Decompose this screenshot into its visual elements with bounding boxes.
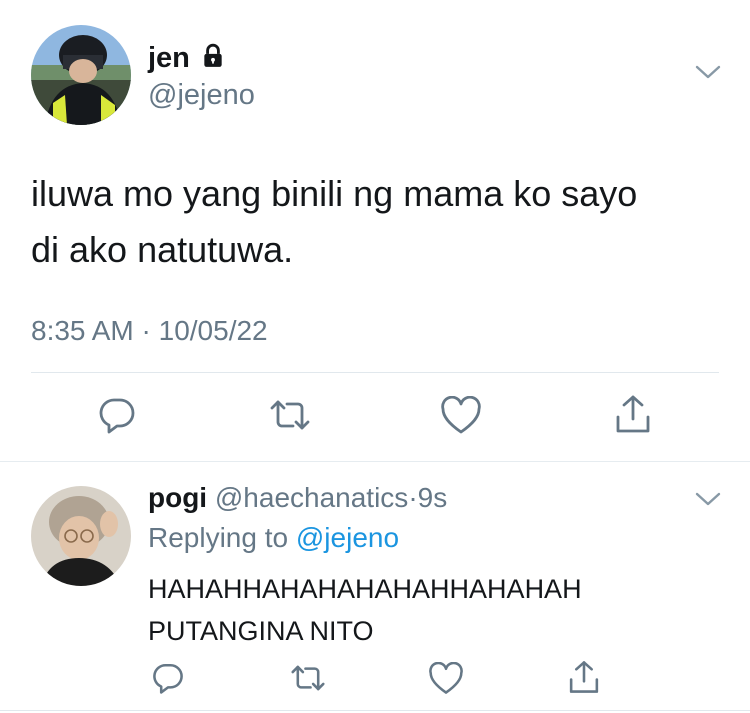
replying-to: Replying to @jejeno — [148, 522, 399, 554]
reply-author-avatar[interactable] — [31, 486, 131, 586]
share-button[interactable] — [612, 393, 654, 435]
author-avatar[interactable] — [31, 25, 131, 125]
avatar-photo — [31, 486, 131, 586]
retweet-icon — [270, 400, 310, 430]
retweet-button[interactable] — [268, 395, 312, 435]
tweet-text-line: iluwa mo yang binili ng mama ko sayo — [31, 173, 638, 214]
reply-button[interactable] — [151, 661, 185, 695]
tweet-timestamp[interactable]: 8:35 AM · 10/05/22 — [31, 315, 268, 347]
retweet-icon — [291, 665, 325, 691]
reply-text-line: PUTANGINA NITO — [148, 616, 374, 646]
tweet-text: iluwa mo yang binili ng mama ko sayo di … — [31, 166, 637, 278]
bottom-divider — [0, 710, 750, 711]
reply-button[interactable] — [97, 395, 137, 435]
reply-author-name[interactable]: pogi — [148, 482, 207, 513]
like-icon — [429, 662, 463, 694]
divider — [31, 372, 719, 373]
lock-icon — [200, 43, 226, 74]
reply-text-line: HAHAHHAHAHAHAHAHHAHAHAH — [148, 574, 582, 604]
reply-icon — [99, 398, 135, 434]
header-separator: · — [408, 482, 418, 513]
reply-icon — [153, 663, 183, 694]
retweet-button[interactable] — [289, 661, 327, 695]
reply-author-handle[interactable]: @haechanatics — [215, 482, 408, 513]
tweet-date: 10/05/22 — [158, 315, 268, 346]
reply-text: HAHAHHAHAHAHAHAHHAHAHAH PUTANGINA NITO — [148, 568, 582, 652]
author-handle[interactable]: @jejeno — [148, 79, 255, 112]
share-icon — [569, 661, 599, 693]
chevron-down-icon[interactable] — [695, 490, 721, 508]
author-name-row: jen — [148, 40, 226, 76]
author-name[interactable]: jen — [148, 42, 190, 75]
like-icon — [441, 396, 481, 434]
tweet-time: 8:35 AM — [31, 315, 134, 346]
chevron-down-icon[interactable] — [695, 63, 721, 81]
tweet-text-line: di ako natutuwa. — [31, 229, 294, 270]
reply-header: pogi @haechanatics·9s — [148, 482, 447, 514]
timestamp-separator: · — [141, 315, 151, 346]
tweet-separator — [0, 461, 750, 462]
like-button[interactable] — [440, 396, 482, 436]
reply-age[interactable]: 9s — [418, 482, 448, 513]
share-button[interactable] — [566, 659, 602, 695]
share-icon — [616, 395, 650, 433]
replying-to-label: Replying to — [148, 522, 289, 553]
like-button[interactable] — [428, 662, 464, 696]
avatar-photo — [31, 25, 131, 125]
replying-to-handle[interactable]: @jejeno — [296, 522, 399, 553]
